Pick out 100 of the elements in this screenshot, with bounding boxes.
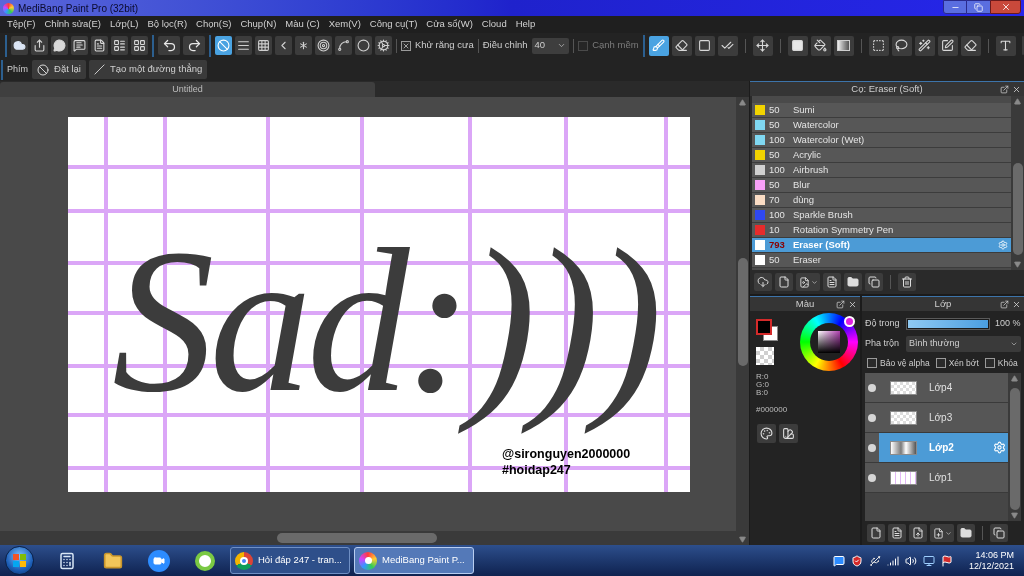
shortcut-button[interactable]: Đặt lại bbox=[32, 60, 86, 79]
brush-row[interactable]: 50 Acrylic bbox=[752, 148, 1011, 163]
cloud-button[interactable] bbox=[11, 36, 28, 55]
menu-item[interactable]: Xem(V) bbox=[328, 17, 361, 32]
brush-row[interactable]: 10 Rotation Symmetry Pen bbox=[752, 223, 1011, 238]
page-button[interactable] bbox=[91, 36, 108, 55]
layer-document-button[interactable] bbox=[888, 524, 906, 542]
tool-button[interactable] bbox=[717, 35, 738, 56]
layer-row[interactable]: Lớp3 bbox=[865, 403, 1008, 433]
undo-button[interactable] bbox=[158, 36, 180, 55]
download-brush-button[interactable] bbox=[754, 273, 772, 291]
duplicate-layer-button[interactable] bbox=[990, 524, 1008, 542]
hue-handle[interactable] bbox=[844, 316, 855, 327]
ruler-mode-button[interactable] bbox=[275, 36, 292, 55]
layer-row[interactable]: Lớp4 bbox=[865, 373, 1008, 403]
foreground-background-color-icon[interactable] bbox=[756, 319, 778, 341]
ruler-mode-button[interactable] bbox=[315, 36, 332, 55]
swatch-book-button[interactable] bbox=[779, 424, 798, 443]
ruler-mode-button[interactable] bbox=[355, 36, 372, 55]
redo-button[interactable] bbox=[183, 36, 205, 55]
scrollbar[interactable] bbox=[1011, 96, 1024, 270]
menu-item[interactable]: Cửa sổ(W) bbox=[426, 17, 473, 32]
new-brush-button[interactable] bbox=[775, 273, 793, 291]
comment-button[interactable] bbox=[51, 36, 68, 55]
comment-list-button[interactable] bbox=[71, 36, 88, 55]
menu-item[interactable]: Bộ lọc(R) bbox=[147, 17, 188, 32]
menu-item[interactable]: Chỉnh sửa(E) bbox=[44, 17, 102, 32]
brush-row[interactable]: 50 Watercolor bbox=[752, 118, 1011, 133]
tool-button[interactable] bbox=[671, 35, 692, 56]
menu-item[interactable]: Tệp(F) bbox=[7, 17, 36, 32]
tool-button[interactable] bbox=[891, 35, 912, 56]
ruler-mode-button[interactable] bbox=[215, 36, 232, 55]
menu-item[interactable]: Màu (C) bbox=[285, 17, 320, 32]
taskbar-window-button[interactable]: Hỏi đáp 247 - tran... bbox=[230, 547, 350, 574]
checkbox[interactable] bbox=[867, 358, 877, 368]
ruler-mode-button[interactable] bbox=[375, 36, 392, 55]
tool-button[interactable] bbox=[648, 35, 669, 56]
tool-button[interactable] bbox=[833, 35, 854, 56]
tool-button[interactable] bbox=[810, 35, 831, 56]
layer-up-button[interactable] bbox=[909, 524, 927, 542]
blend-mode-select[interactable]: Bình thường bbox=[906, 335, 1021, 352]
drawing-canvas[interactable]: Sad:))) @sironguyen2000000 #hoidap247 bbox=[68, 117, 690, 492]
layer-folder-button[interactable] bbox=[957, 524, 975, 542]
delete-button[interactable] bbox=[898, 273, 916, 291]
palette-button[interactable] bbox=[757, 424, 776, 443]
horizontal-scrollbar[interactable] bbox=[0, 531, 736, 545]
restore-button[interactable] bbox=[967, 0, 990, 14]
tool-button[interactable] bbox=[752, 35, 773, 56]
menu-item[interactable]: Help bbox=[515, 17, 536, 32]
brush-settings-button[interactable] bbox=[823, 273, 841, 291]
layout-button[interactable] bbox=[131, 36, 148, 55]
ruler-mode-button[interactable] bbox=[335, 36, 352, 55]
scrollbar-thumb[interactable] bbox=[737, 258, 748, 366]
share-button[interactable] bbox=[31, 36, 48, 55]
scrollbar[interactable] bbox=[736, 97, 749, 545]
color-wheel[interactable] bbox=[800, 313, 858, 371]
shortcut-button[interactable]: Tạo một đường thẳng bbox=[88, 60, 208, 79]
tool-button[interactable] bbox=[995, 35, 1016, 56]
scrollbar-thumb[interactable] bbox=[277, 533, 437, 543]
tool-button[interactable] bbox=[914, 35, 935, 56]
ruler-mode-button[interactable] bbox=[295, 36, 312, 55]
menu-item[interactable]: Công cụ(T) bbox=[369, 17, 418, 32]
scrollbar[interactable] bbox=[1008, 373, 1021, 521]
minimize-button[interactable] bbox=[943, 0, 967, 14]
new-layer-button[interactable] bbox=[867, 524, 885, 542]
add-brush-button[interactable] bbox=[796, 273, 820, 291]
correction-select[interactable]: 40 bbox=[531, 37, 570, 54]
tool-button[interactable] bbox=[787, 35, 808, 56]
brush-row[interactable]: 50 Eraser bbox=[752, 253, 1011, 268]
tool-button[interactable] bbox=[960, 35, 981, 56]
menu-item[interactable]: Chụp(N) bbox=[240, 17, 277, 32]
transparent-color-swatch[interactable] bbox=[756, 347, 774, 365]
brush-row[interactable]: 50 Sumi bbox=[752, 103, 1011, 118]
duplicate-button[interactable] bbox=[865, 273, 883, 291]
ruler-mode-button[interactable] bbox=[255, 36, 272, 55]
brush-row[interactable]: 100 Sparkle Brush bbox=[752, 208, 1011, 223]
menu-item[interactable]: Chọn(S) bbox=[196, 17, 232, 32]
folder-button[interactable] bbox=[844, 273, 862, 291]
start-button[interactable] bbox=[5, 546, 34, 575]
tool-button[interactable] bbox=[694, 35, 715, 56]
menu-item[interactable]: Lớp(L) bbox=[110, 17, 139, 32]
checkbox[interactable] bbox=[401, 40, 411, 51]
scrollbar-thumb[interactable] bbox=[1012, 163, 1023, 255]
brush-row[interactable]: 100 Airbrush bbox=[752, 163, 1011, 178]
layer-row[interactable]: Lớp1 bbox=[865, 463, 1008, 493]
brush-row[interactable]: 50 Blur bbox=[752, 178, 1011, 193]
checkbox[interactable] bbox=[984, 358, 995, 368]
ruler-mode-button[interactable] bbox=[235, 36, 252, 55]
brush-row[interactable]: 70 dùng bbox=[752, 193, 1011, 208]
menu-item[interactable]: Cloud bbox=[481, 17, 507, 32]
document-tab[interactable]: Untitled bbox=[0, 82, 375, 97]
tool-button[interactable] bbox=[868, 35, 889, 56]
scrollbar-thumb[interactable] bbox=[1009, 388, 1020, 510]
list-button[interactable] bbox=[111, 36, 128, 55]
add-layer-button[interactable] bbox=[930, 524, 954, 542]
checkbox[interactable] bbox=[935, 358, 946, 368]
close-button[interactable] bbox=[990, 0, 1021, 14]
brush-row[interactable]: 100 Watercolor (Wet) bbox=[752, 133, 1011, 148]
taskbar-window-button[interactable]: MediBang Paint P... bbox=[354, 547, 474, 574]
tool-button[interactable] bbox=[937, 35, 958, 56]
